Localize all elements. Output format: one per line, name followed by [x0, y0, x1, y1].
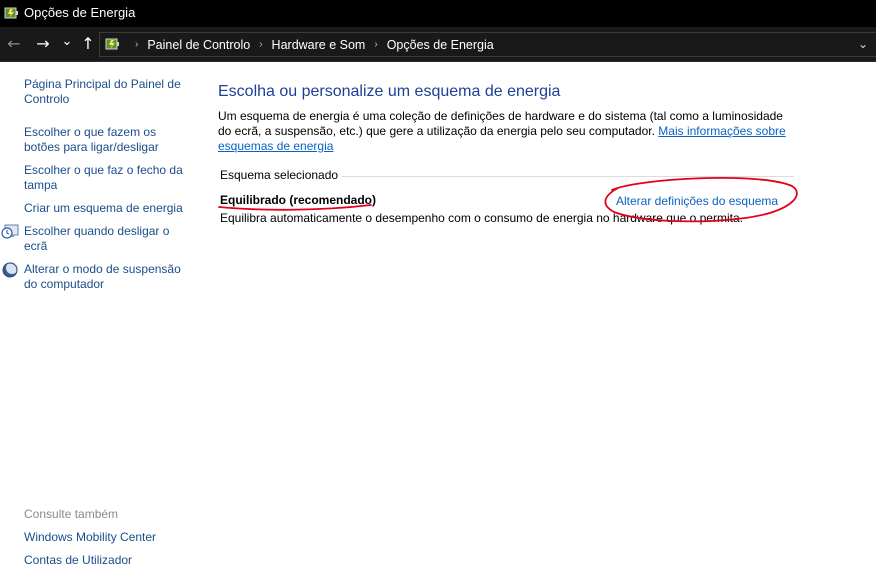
breadcrumb-separator[interactable]: ›: [374, 39, 377, 50]
sidebar-item-display-off[interactable]: Escolher quando desligar o ecrã: [24, 224, 192, 254]
page-title: Escolha ou personalize um esquema de ene…: [218, 83, 561, 100]
up-button[interactable]: ↑: [79, 35, 97, 53]
recent-locations-button[interactable]: ⌄: [60, 33, 74, 51]
chevron-down-icon: ⌄: [61, 34, 73, 49]
sidebar-item-sleep[interactable]: Alterar o modo de suspensão do computado…: [24, 262, 192, 292]
breadcrumb-power-options[interactable]: Opções de Energia: [387, 38, 494, 52]
back-button[interactable]: ←: [4, 35, 24, 53]
breadcrumb: › Painel de Controlo › Hardware e Som › …: [126, 33, 494, 56]
breadcrumb-hardware-sound[interactable]: Hardware e Som: [272, 38, 366, 52]
plan-row: Equilibrado (recomendado) Alterar defini…: [220, 193, 794, 211]
window-title: Opções de Energia: [24, 5, 136, 20]
address-dropdown-icon[interactable]: ⌄: [858, 37, 868, 51]
title-bar: Opções de Energia: [0, 0, 876, 27]
left-pane: Página Principal do Painel de Controlo E…: [0, 62, 200, 575]
display-clock-icon: [1, 224, 19, 239]
arrow-right-icon: →: [36, 34, 50, 53]
arrow-up-icon: ↑: [81, 34, 95, 53]
arrow-left-icon: ←: [7, 34, 21, 53]
section-divider: [342, 176, 794, 177]
sidebar-item-control-panel-home[interactable]: Página Principal do Painel de Controlo: [24, 77, 192, 107]
moon-icon: [2, 262, 18, 278]
page-description: Um esquema de energia é uma coleção de d…: [218, 109, 798, 154]
navigation-bar: ← → ⌄ ↑ › Painel de Controlo › Hardware …: [0, 27, 876, 62]
forward-button[interactable]: →: [33, 35, 53, 53]
sidebar-item-lid-close[interactable]: Escolher o que faz o fecho da tampa: [24, 163, 192, 193]
change-plan-settings-link[interactable]: Alterar definições do esquema: [616, 194, 778, 208]
see-also-user-accounts[interactable]: Contas de Utilizador: [24, 553, 192, 568]
control-panel-icon: [105, 38, 119, 50]
see-also-heading: Consulte também: [24, 507, 119, 521]
plan-name: Equilibrado (recomendado): [220, 193, 377, 207]
address-bar[interactable]: › Painel de Controlo › Hardware e Som › …: [99, 32, 876, 57]
see-also-mobility-center[interactable]: Windows Mobility Center: [24, 530, 192, 545]
breadcrumb-separator[interactable]: ›: [135, 39, 138, 50]
breadcrumb-separator[interactable]: ›: [259, 39, 262, 50]
plan-description: Equilibra automaticamente o desempenho c…: [220, 211, 743, 225]
power-options-icon: [4, 7, 18, 19]
breadcrumb-control-panel[interactable]: Painel de Controlo: [147, 38, 250, 52]
sidebar-item-create-plan[interactable]: Criar um esquema de energia: [24, 201, 192, 216]
sidebar-item-power-buttons[interactable]: Escolher o que fazem os botões para liga…: [24, 125, 192, 155]
selected-plan-heading: Esquema selecionado: [220, 168, 339, 182]
